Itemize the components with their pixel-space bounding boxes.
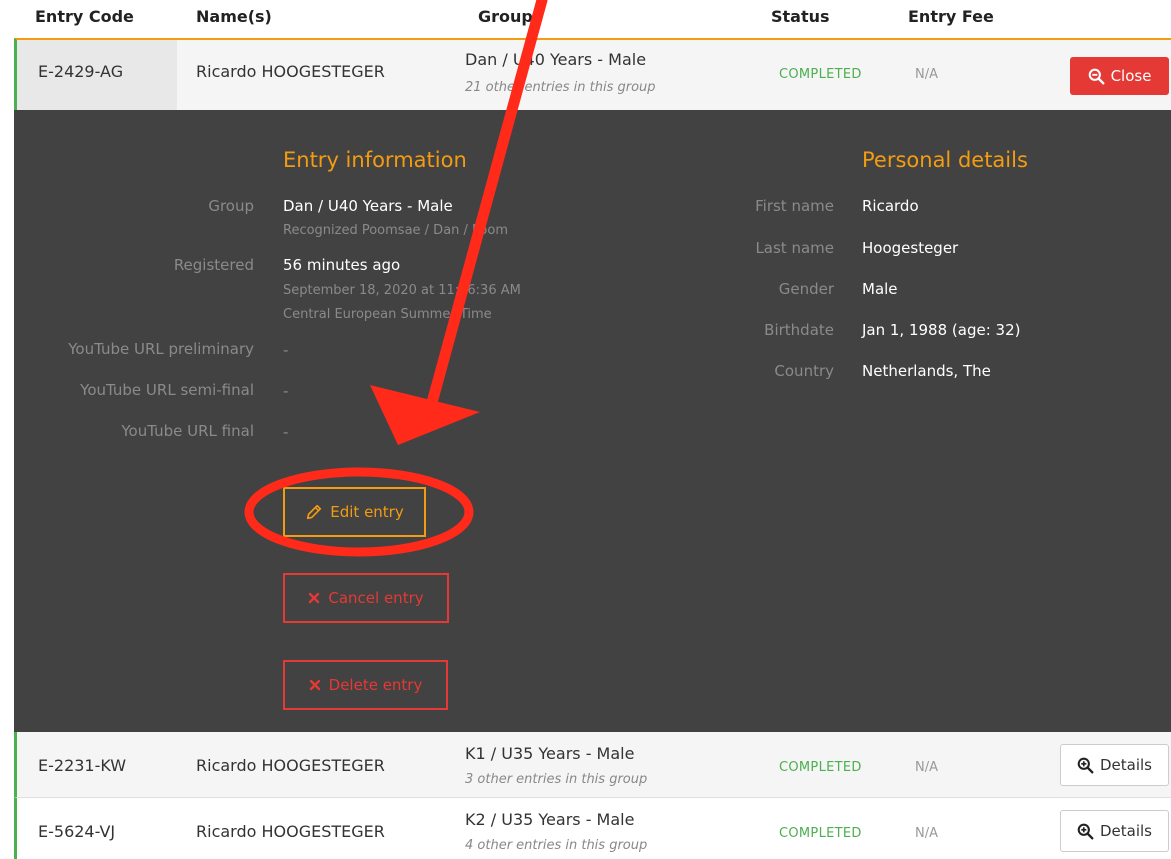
entry-fee: N/A <box>915 67 938 82</box>
entry-name: Ricardo HOOGESTEGER <box>196 822 385 841</box>
birthdate-label: Birthdate <box>764 321 834 339</box>
table-row[interactable]: E-5624-VJ Ricardo HOOGESTEGER K2 / U35 Y… <box>14 798 1171 859</box>
birthdate-value: Jan 1, 1988 (age: 32) <box>862 321 1021 339</box>
registered-date: September 18, 2020 at 11:26:36 AM <box>283 283 521 298</box>
registered-timezone: Central European Summer Time <box>283 307 492 322</box>
details-button-label: Details <box>1099 822 1152 840</box>
group-label: Group <box>208 197 254 215</box>
entry-code: E-2429-AG <box>38 62 124 81</box>
cancel-entry-label: Cancel entry <box>328 589 424 607</box>
x-icon <box>309 592 320 604</box>
country-value: Netherlands, The <box>862 362 991 380</box>
zoom-in-icon <box>1077 823 1094 839</box>
last-name-value: Hoogesteger <box>862 239 959 257</box>
youtube-preliminary-label: YouTube URL preliminary <box>68 340 254 358</box>
table-header: Entry Code Name(s) Group Status Entry Fe… <box>0 0 1171 38</box>
youtube-final-label: YouTube URL final <box>121 422 254 440</box>
x-icon <box>309 679 320 691</box>
gender-label: Gender <box>778 280 834 298</box>
entry-group-sub: 4 other entries in this group <box>465 838 648 853</box>
zoom-in-icon <box>1077 757 1094 773</box>
entry-name: Ricardo HOOGESTEGER <box>196 756 385 775</box>
table-row[interactable]: E-2231-KW Ricardo HOOGESTEGER K1 / U35 Y… <box>14 732 1171 798</box>
header-entry-code: Entry Code <box>35 7 134 26</box>
details-button[interactable]: Details <box>1060 744 1169 786</box>
youtube-final-value: - <box>283 423 289 441</box>
entry-fee: N/A <box>915 760 938 775</box>
entry-group: K1 / U35 Years - Male <box>465 744 635 763</box>
zoom-out-icon <box>1088 68 1105 84</box>
close-button[interactable]: Close <box>1070 57 1169 95</box>
entry-details-panel: Entry information Group Dan / U40 Years … <box>14 110 1171 732</box>
entry-code: E-2231-KW <box>38 756 127 775</box>
last-name-label: Last name <box>755 239 834 257</box>
pencil-icon <box>307 504 322 520</box>
group-sub-value: Recognized Poomsae / Dan / Poom <box>283 223 508 238</box>
status-badge: COMPLETED <box>779 760 862 775</box>
delete-entry-button[interactable]: Delete entry <box>283 660 448 710</box>
edit-entry-button[interactable]: Edit entry <box>283 487 426 537</box>
header-entry-fee: Entry Fee <box>908 7 994 26</box>
gender-value: Male <box>862 280 898 298</box>
entry-fee: N/A <box>915 826 938 841</box>
country-label: Country <box>774 362 834 380</box>
entry-information-title: Entry information <box>283 148 467 172</box>
registered-value: 56 minutes ago <box>283 256 401 274</box>
entry-group-sub: 3 other entries in this group <box>465 772 648 787</box>
header-group: Group <box>478 7 533 26</box>
entry-group: Dan / U40 Years - Male <box>465 50 647 69</box>
youtube-semifinal-label: YouTube URL semi-final <box>80 381 254 399</box>
youtube-preliminary-value: - <box>283 341 289 359</box>
status-badge: COMPLETED <box>779 67 862 82</box>
first-name-label: First name <box>755 197 834 215</box>
youtube-semifinal-value: - <box>283 382 289 400</box>
registered-label: Registered <box>173 256 254 274</box>
cancel-entry-button[interactable]: Cancel entry <box>283 573 449 623</box>
details-button[interactable]: Details <box>1060 810 1169 852</box>
personal-details-title: Personal details <box>862 148 1028 172</box>
header-names: Name(s) <box>196 7 272 26</box>
table-row-expanded[interactable]: E-2429-AG Ricardo HOOGESTEGER Dan / U40 … <box>14 38 1171 110</box>
entry-group-sub: 21 other entries in this group <box>465 80 656 95</box>
close-button-label: Close <box>1110 67 1152 85</box>
status-badge: COMPLETED <box>779 826 862 841</box>
delete-entry-label: Delete entry <box>328 676 423 694</box>
entry-group: K2 / U35 Years - Male <box>465 810 635 829</box>
entry-code: E-5624-VJ <box>38 822 116 841</box>
first-name-value: Ricardo <box>862 197 919 215</box>
details-button-label: Details <box>1099 756 1152 774</box>
edit-entry-label: Edit entry <box>330 503 404 521</box>
header-status: Status <box>771 7 830 26</box>
entry-name: Ricardo HOOGESTEGER <box>196 62 385 81</box>
group-value: Dan / U40 Years - Male <box>283 197 453 215</box>
